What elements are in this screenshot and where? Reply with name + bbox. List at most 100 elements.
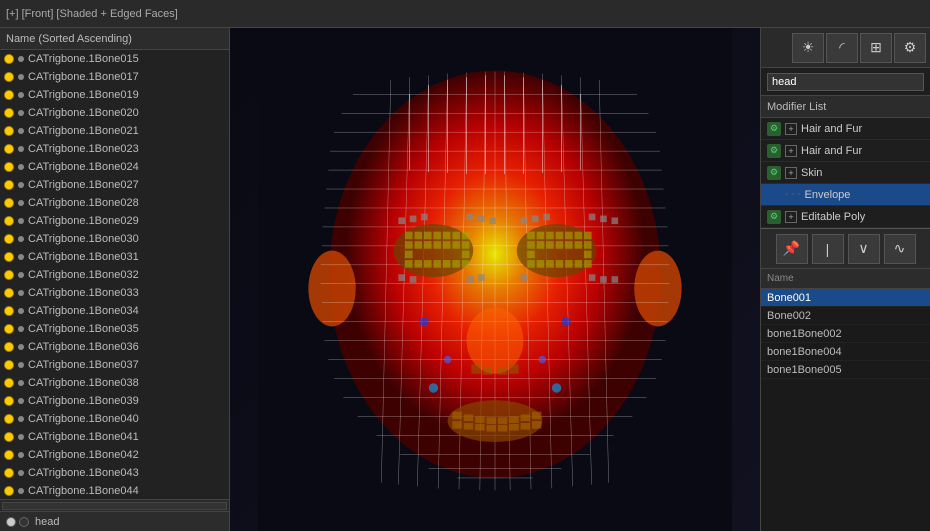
bone-item-bone1bone002[interactable]: bone1Bone002 [761,325,930,343]
left-list-item[interactable]: CATrigbone.1Bone021 [0,122,229,140]
bone-item-bone002[interactable]: Bone002 [761,307,930,325]
left-list-item[interactable]: CATrigbone.1Bone024 [0,158,229,176]
list-item-text: CATrigbone.1Bone042 [28,449,139,461]
expand-icon-editable-poly[interactable]: + [785,211,797,223]
left-list-item[interactable]: CATrigbone.1Bone028 [0,194,229,212]
list-item-text: CATrigbone.1Bone023 [28,143,139,155]
left-list-item[interactable]: CATrigbone.1Bone031 [0,248,229,266]
mod-tool-arrow-button[interactable]: ∨ [848,234,880,264]
modifier-tools: 📌 | ∨ ∿ [761,229,930,269]
expand-icon-hair-fur-2[interactable]: + [785,145,797,157]
dot-icon [18,380,24,386]
left-list-item[interactable]: CATrigbone.1Bone044 [0,482,229,499]
modifier-item-skin[interactable]: ⚙ + Skin [761,162,930,184]
left-list-item[interactable]: CATrigbone.1Bone029 [0,212,229,230]
left-list-item[interactable]: CATrigbone.1Bone038 [0,374,229,392]
list-item-text: CATrigbone.1Bone017 [28,71,139,83]
bulb-icon [4,342,14,352]
bone-list-header-label: Name [767,273,794,284]
left-list-item[interactable]: CATrigbone.1Bone040 [0,410,229,428]
left-list-item[interactable]: CATrigbone.1Bone037 [0,356,229,374]
mod-tool-pin-button[interactable]: 📌 [776,234,808,264]
left-list-item[interactable]: CATrigbone.1Bone039 [0,392,229,410]
mod-tool-wave-button[interactable]: ∿ [884,234,916,264]
left-panel: Name (Sorted Ascending) CATrigbone.1Bone… [0,28,230,531]
list-item-text: CATrigbone.1Bone030 [28,233,139,245]
object-name-input[interactable] [767,73,924,91]
dot-icon [18,110,24,116]
pencil-icon: | [826,241,830,257]
left-list-item[interactable]: CATrigbone.1Bone036 [0,338,229,356]
bulb-icon [4,216,14,226]
sun-icon: ☀ [802,39,815,56]
bone-list[interactable]: Bone001Bone002bone1Bone002bone1Bone004bo… [761,289,930,531]
modifier-label-hair-fur-2: Hair and Fur [801,145,862,157]
bone-item-bone1bone005[interactable]: bone1Bone005 [761,361,930,379]
dot-icon [18,434,24,440]
modifier-item-editable-poly[interactable]: ⚙+Editable Poly [761,206,930,228]
left-list-item[interactable]: CATrigbone.1Bone019 [0,86,229,104]
dot-icon [18,398,24,404]
modifier-item-hair-fur-2[interactable]: ⚙+Hair and Fur [761,140,930,162]
bulb-icon [4,414,14,424]
modifier-icon-editable-poly: ⚙ [767,210,781,224]
dot-icon [18,488,24,494]
modifier-item-envelope[interactable]: - - - Envelope [761,184,930,206]
toolbar-arc-button[interactable]: ◜ [826,33,858,63]
left-list-item[interactable]: CATrigbone.1Bone034 [0,302,229,320]
bulb-icon [4,270,14,280]
object-name-field [761,68,930,96]
modifier-icon-skin: ⚙ [767,166,781,180]
left-list-item[interactable]: CATrigbone.1Bone020 [0,104,229,122]
toolbar-gear-button[interactable]: ⚙ [894,33,926,63]
left-scroll-bar[interactable] [0,499,229,511]
left-list-item[interactable]: CATrigbone.1Bone030 [0,230,229,248]
left-list-item[interactable]: CATrigbone.1Bone032 [0,266,229,284]
wave-icon: ∿ [894,240,906,257]
dot-icon [18,470,24,476]
dot-icon [18,92,24,98]
bone-list-container[interactable]: CATrigbone.1Bone015 CATrigbone.1Bone017 CA… [0,50,229,499]
dot-icon [18,74,24,80]
left-list-item[interactable]: CATrigbone.1Bone042 [0,446,229,464]
left-panel-header: Name (Sorted Ascending) [0,28,229,50]
modifier-label-skin: Skin [801,167,822,179]
left-list-item[interactable]: CATrigbone.1Bone027 [0,176,229,194]
bone-item-bone1bone004[interactable]: bone1Bone004 [761,343,930,361]
mod-tool-edit-button[interactable]: | [812,234,844,264]
list-item-text: CATrigbone.1Bone035 [28,323,139,335]
viewport[interactable] [230,28,760,531]
list-item-text: CATrigbone.1Bone021 [28,125,139,137]
viewport-background [230,28,760,531]
list-item-text: CATrigbone.1Bone032 [28,269,139,281]
list-item-text: CATrigbone.1Bone015 [28,53,139,65]
left-list-item[interactable]: CATrigbone.1Bone035 [0,320,229,338]
modifier-item-hair-fur-1[interactable]: ⚙+Hair and Fur [761,118,930,140]
dot-icon [18,290,24,296]
expand-icon-hair-fur-1[interactable]: + [785,123,797,135]
dot-icon [18,326,24,332]
left-list-item[interactable]: CATrigbone.1Bone023 [0,140,229,158]
list-item-text: CATrigbone.1Bone038 [28,377,139,389]
left-list-item[interactable]: CATrigbone.1Bone041 [0,428,229,446]
bulb-icon [4,90,14,100]
list-item-text: CATrigbone.1Bone019 [28,89,139,101]
list-item-text: CATrigbone.1Bone037 [28,359,139,371]
toolbar-people-button[interactable]: ⊞ [860,33,892,63]
left-list-item[interactable]: CATrigbone.1Bone033 [0,284,229,302]
scroll-track[interactable] [2,502,227,510]
bulb-icon [4,486,14,496]
toolbar-sun-button[interactable]: ☀ [792,33,824,63]
bone-item-bone001[interactable]: Bone001 [761,289,930,307]
status-label: head [35,516,59,528]
right-panel: ☀ ◜ ⊞ ⚙ Modifier List ⚙+Hair and Fur⚙+Ha… [760,28,930,531]
list-item-text: CATrigbone.1Bone020 [28,107,139,119]
expand-icon-skin[interactable]: + [785,167,797,179]
left-list-item[interactable]: CATrigbone.1Bone043 [0,464,229,482]
dots-prefix: - - - [785,189,801,200]
viewport-label: [+] [Front] [Shaded + Edged Faces] [6,8,178,20]
left-list-item[interactable]: CATrigbone.1Bone015 [0,50,229,68]
status-circle-dark [19,517,29,527]
dot-icon [18,344,24,350]
left-list-item[interactable]: CATrigbone.1Bone017 [0,68,229,86]
